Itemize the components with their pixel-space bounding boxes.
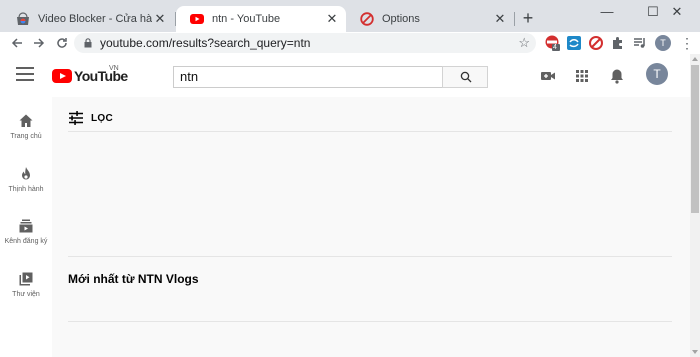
youtube-masthead: YouTube VN ntn T [0,54,690,97]
guide-item-trending[interactable]: Thịnh hành [0,155,52,205]
extensions-puzzle-icon[interactable] [610,35,626,51]
divider [68,321,672,322]
library-icon [19,272,33,286]
arrow-right-icon [34,38,45,48]
subscriptions-icon [19,219,33,233]
arrow-left-icon [11,38,22,48]
tab-ntn-youtube[interactable]: ntn - YouTube ✕ [176,6,346,32]
page-scrollbar[interactable] [690,54,700,357]
tab-title: Options [382,13,420,25]
guide-sidebar: Trang chủ Thịnh hành Kênh đăng ký Thư vi… [0,97,52,357]
search-button[interactable] [442,66,488,88]
shelf-title: Mới nhất từ NTN Vlogs [68,272,199,286]
guide-item-library[interactable]: Thư viện [0,260,52,310]
close-icon[interactable]: ✕ [492,11,508,27]
url-text: youtube.com/results?search_query=ntn [100,36,311,50]
reload-button[interactable] [52,33,72,53]
close-icon[interactable]: ✕ [324,11,340,27]
filter-button[interactable]: LỌC [68,108,113,128]
tab-title: ntn - YouTube [212,13,281,25]
video-blocker-extension-icon[interactable] [588,35,604,51]
close-icon[interactable]: ✕ [152,11,168,27]
scrollbar-thumb[interactable] [691,65,699,213]
chrome-web-store-icon [17,12,29,25]
guide-item-home[interactable]: Trang chủ [0,102,52,152]
guide-item-subscriptions[interactable]: Kênh đăng ký [0,207,52,257]
youtube-profile-avatar[interactable]: T [646,63,668,85]
trending-icon [22,167,30,180]
scroll-up-arrow-icon[interactable] [692,57,698,61]
youtube-icon [190,14,204,24]
guide-item-label: Trang chủ [10,133,42,140]
country-code: VN [109,65,119,72]
video-blocker-icon [360,12,374,26]
home-icon [19,114,33,127]
guide-item-label: Thư viện [12,291,40,298]
guide-item-label: Kênh đăng ký [4,238,48,245]
browser-profile-avatar[interactable]: T [655,35,671,51]
media-queue-icon[interactable] [632,35,648,51]
adblock-extension-icon[interactable] [544,35,560,51]
back-button[interactable] [7,33,27,53]
window-close-button[interactable]: ✕ [654,0,700,24]
browser-toolbar: youtube.com/results?search_query=ntn ☆ 4… [0,32,700,54]
new-tab-button[interactable]: + [518,9,538,27]
filter-sliders-icon [69,111,83,125]
apps-grid-icon[interactable] [572,66,592,86]
forward-button[interactable] [29,33,49,53]
tab-strip: Video Blocker - Cửa hàng Chrome ✕ ntn - … [0,0,700,32]
lock-icon [84,33,92,56]
create-video-icon[interactable] [538,66,558,86]
guide-menu-icon[interactable] [16,67,34,83]
browser-menu-icon[interactable]: ⋮ [680,33,694,53]
divider [68,131,672,132]
notifications-bell-icon[interactable] [607,66,627,86]
extension-badge: 4 [553,44,557,51]
tab-divider [514,12,515,26]
minimize-button[interactable]: — [584,0,630,24]
tab-video-blocker-store[interactable]: Video Blocker - Cửa hàng Chrome ✕ [2,6,174,32]
reload-icon [57,38,67,48]
tab-title: Video Blocker - Cửa hàng Chrome [38,13,152,25]
divider [68,256,672,257]
logo-text: YouTube [74,68,128,84]
search-input[interactable]: ntn [173,66,443,88]
bookmark-star-icon[interactable]: ☆ [518,33,530,53]
screenshot-extension-icon[interactable] [566,35,582,51]
address-bar[interactable]: youtube.com/results?search_query=ntn ☆ [74,33,536,53]
youtube-logo[interactable]: YouTube VN [52,65,128,84]
filter-label: LỌC [91,112,114,124]
search-icon [460,71,472,83]
scroll-down-arrow-icon[interactable] [692,350,698,354]
youtube-play-icon [52,69,72,83]
guide-item-label: Thịnh hành [8,186,44,193]
tab-options[interactable]: Options ✕ [346,6,514,32]
